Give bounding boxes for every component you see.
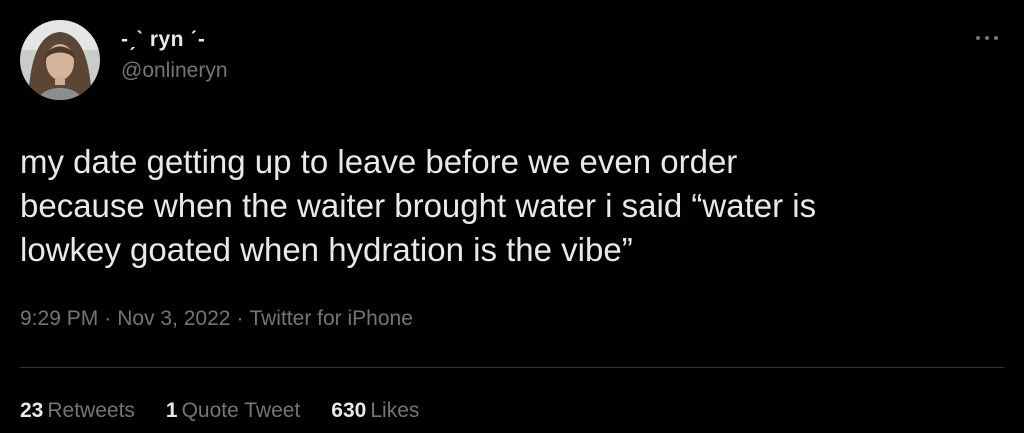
divider (20, 367, 1004, 368)
meta-separator: · (236, 307, 244, 330)
tweet-time[interactable]: 9:29 PM (20, 307, 98, 330)
tweet-text: my date getting up to leave before we ev… (20, 143, 817, 268)
avatar[interactable] (20, 20, 100, 100)
likes-label: Likes (370, 399, 420, 422)
meta-separator: · (104, 307, 112, 330)
tweet: -ˏˋ ryn ˊ- @onlineryn my date getting up… (0, 0, 1024, 433)
quote-tweets-count: 1 (165, 399, 178, 422)
quote-tweets-stat[interactable]: 1 Quote Tweet (166, 399, 300, 423)
tweet-date[interactable]: Nov 3, 2022 (117, 307, 230, 330)
quote-tweets-label: Quote Tweet (181, 399, 301, 422)
likes-count: 630 (331, 399, 367, 422)
retweets-stat[interactable]: 23 Retweets (20, 399, 135, 423)
more-horizontal-icon[interactable] (972, 30, 1002, 46)
tweet-source[interactable]: Twitter for iPhone (249, 307, 412, 330)
handle[interactable]: @onlineryn (121, 59, 228, 83)
likes-stat[interactable]: 630 Likes (331, 399, 419, 423)
retweets-label: Retweets (47, 399, 135, 422)
profile-photo-icon (20, 20, 100, 100)
tweet-meta: 9:29 PM · Nov 3, 2022 · Twitter for iPhone (20, 307, 413, 331)
tweet-stats: 23 Retweets 1 Quote Tweet 630 Likes (20, 399, 450, 423)
retweets-count: 23 (20, 399, 44, 422)
display-name[interactable]: -ˏˋ ryn ˊ- (121, 28, 205, 52)
